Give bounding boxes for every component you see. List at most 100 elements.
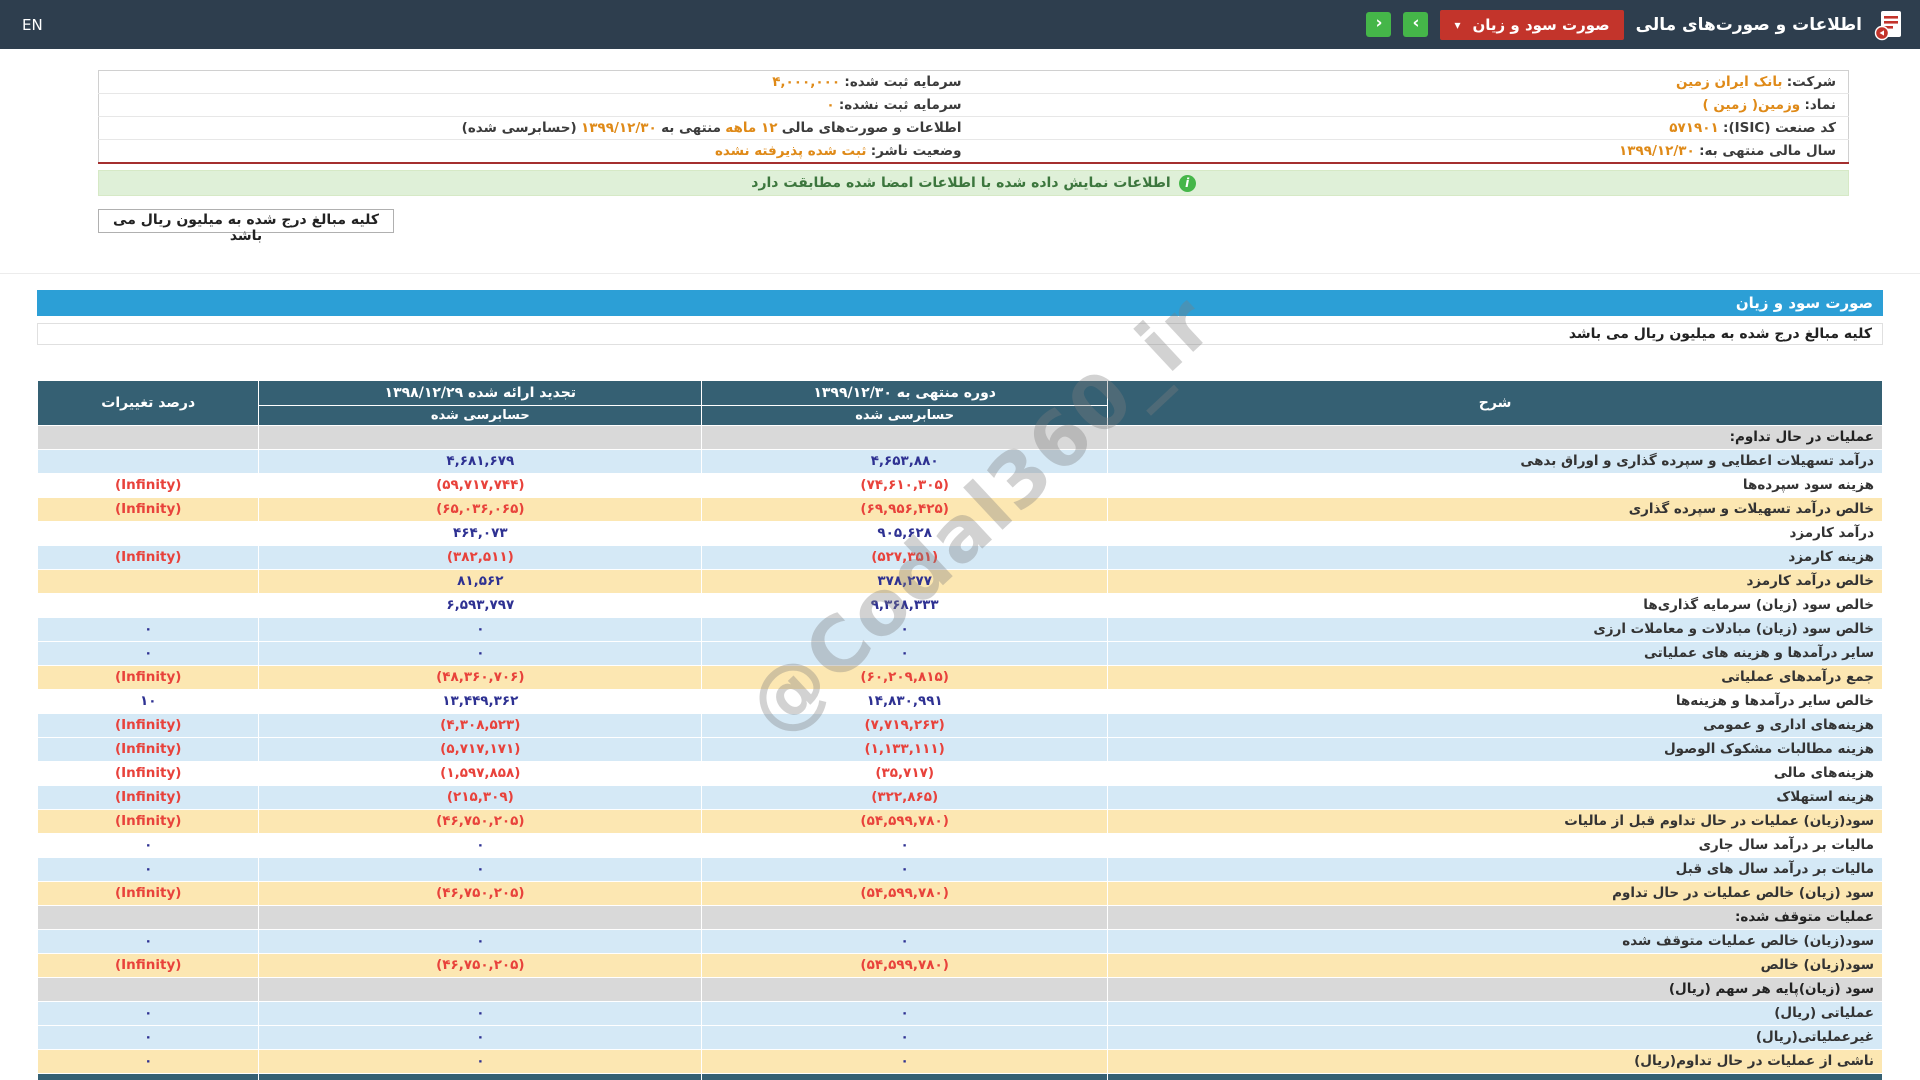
table-row: هزینه کارمزد (۵۲۷,۳۵۱) (۳۸۲,۵۱۱) (Infinity) <box>36 545 1883 570</box>
table-row: سایر درآمدها و هزینه های عملیاتی ۰ ۰ ۰ <box>36 641 1883 666</box>
restated-period-value: (۱,۵۹۷,۸۵۸) <box>258 761 703 786</box>
unregistered-capital-value: ۰ <box>826 97 835 113</box>
publisher-status-label: وضعیت ناشر: <box>870 143 962 159</box>
change-percent-value: (Infinity) <box>36 713 260 738</box>
registered-capital-label: سرمایه ثبت شده: <box>844 74 962 90</box>
row-label: سود (زیان)پایه هر سهم (ریال) <box>1107 977 1883 1002</box>
change-percent-value: ۰ <box>36 1049 260 1074</box>
restated-period-value: (۴۶,۷۵۰,۲۰۵) <box>258 953 703 978</box>
row-label: درآمد تسهیلات اعطایی و سپرده گذاری و اور… <box>1107 449 1883 474</box>
publisher-status-cell: وضعیت ناشر: ثبت شده پذیرفته نشده <box>98 139 974 164</box>
restated-period-value <box>258 425 703 450</box>
prev-statement-button[interactable]: ‹ <box>1366 12 1392 37</box>
isic-value: ۵۷۱۹۰۱ <box>1669 120 1719 136</box>
statement-period-audited: (حسابرسی شده) <box>461 120 577 136</box>
current-period-value: ۰ <box>701 1025 1109 1050</box>
current-period-value: ۰ <box>701 617 1109 642</box>
publisher-status-value: ثبت شده پذیرفته نشده <box>714 143 867 159</box>
change-percent-value: (Infinity) <box>36 953 260 978</box>
company-info-row: کد صنعت (ISIC): ۵۷۱۹۰۱ اطلاعات و صورت‌ها… <box>98 116 1849 140</box>
signature-match-banner: i اطلاعات نمایش داده شده با اطلاعات امضا… <box>98 170 1849 196</box>
table-row: درآمد کارمزد ۹۰۵,۶۲۸ ۴۶۴,۰۷۳ <box>36 521 1883 546</box>
unregistered-capital-label: سرمایه ثبت نشده: <box>838 97 962 113</box>
row-label: خالص درآمد تسهیلات و سپرده گذاری <box>1107 497 1883 522</box>
row-label <box>1107 1073 1883 1080</box>
row-label: خالص سود (زیان) سرمایه گذاری‌ها <box>1107 593 1883 618</box>
current-period-value <box>701 1073 1109 1080</box>
current-period-value: (۷۴,۶۱۰,۳۰۵) <box>701 473 1109 498</box>
table-row: جمع درآمدهای عملیاتی (۶۰,۲۰۹,۸۱۵) (۴۸,۳۶۰,… <box>36 665 1883 690</box>
current-period-value <box>701 905 1109 930</box>
company-info-row: سال مالی منتهی به: ۱۳۹۹/۱۲/۳۰ وضعیت ناشر… <box>98 139 1849 164</box>
symbol-label: نماد: <box>1804 97 1836 113</box>
restated-period-value <box>258 977 703 1002</box>
row-label: سود (زیان) خالص عملیات در حال تداوم <box>1107 881 1883 906</box>
table-row: عملیاتی (ریال) ۰ ۰ ۰ <box>36 1001 1883 1026</box>
statement-unit-note: کلیه مبالغ درج شده به میلیون ریال می باش… <box>37 323 1883 345</box>
change-percent-value <box>36 569 260 594</box>
restated-period-value: ۴,۶۸۱,۶۷۹ <box>258 449 703 474</box>
change-percent-value: ۱۰ <box>36 689 260 714</box>
table-row: خالص سود (زیان) سرمایه گذاری‌ها ۹,۳۶۸,۳۳۳… <box>36 593 1883 618</box>
change-percent-value: (Infinity) <box>36 497 260 522</box>
current-period-value: ۹,۳۶۸,۳۳۳ <box>701 593 1109 618</box>
change-percent-value: (Infinity) <box>36 761 260 786</box>
company-name-value: بانک ایران زمین <box>1676 74 1783 90</box>
income-statement-body: عملیات در حال تداوم: درآمد تسهیلات اعطایی… <box>36 425 1883 1080</box>
current-period-value: (۳۵,۷۱۷) <box>701 761 1109 786</box>
current-period-value: (۷,۷۱۹,۲۶۳) <box>701 713 1109 738</box>
row-label: خالص سایر درآمدها و هزینه‌ها <box>1107 689 1883 714</box>
restated-period-value: ۰ <box>258 617 703 642</box>
restated-period-value: ۰ <box>258 641 703 666</box>
change-percent-value <box>36 521 260 546</box>
restated-period-value <box>258 1073 703 1080</box>
current-period-value: (۶۰,۲۰۹,۸۱۵) <box>701 665 1109 690</box>
current-period-value: ۰ <box>701 833 1109 858</box>
navbar-right-group: اطلاعات و صورت‌های مالی صورت سود و زیان … <box>1366 9 1904 41</box>
current-period-value: (۵۴,۵۹۹,۷۸۰) <box>701 881 1109 906</box>
statement-dropdown[interactable]: صورت سود و زیان ▾ <box>1440 9 1624 40</box>
statement-period-date: ۱۳۹۹/۱۲/۳۰ <box>581 120 657 136</box>
column-header-restated-period: تجدید ارائه شده ۱۳۹۸/۱۲/۲۹ <box>258 380 703 406</box>
income-statement-header: شرح دوره منتهی به ۱۳۹۹/۱۲/۳۰ تجدید ارائه… <box>36 380 1883 426</box>
section-row: عملیات متوقف شده: <box>36 905 1883 930</box>
current-period-value: ۳۷۸,۲۷۷ <box>701 569 1109 594</box>
site-logo-icon[interactable] <box>1874 9 1904 41</box>
restated-period-value: ۶,۵۹۳,۷۹۷ <box>258 593 703 618</box>
current-period-value <box>701 977 1109 1002</box>
row-label: هزینه‌های اداری و عمومی <box>1107 713 1883 738</box>
row-label: عملیاتی (ریال) <box>1107 1001 1883 1026</box>
row-label: سود(زیان) خالص عملیات متوقف شده <box>1107 929 1883 954</box>
banner-text: اطلاعات نمایش داده شده با اطلاعات امضا ش… <box>751 175 1171 191</box>
row-label: ناشی از عملیات در حال تداوم(ریال) <box>1107 1049 1883 1074</box>
change-percent-value <box>36 593 260 618</box>
page: اطلاعات و صورت‌های مالی صورت سود و زیان … <box>0 0 1920 1080</box>
change-percent-value: (Infinity) <box>36 545 260 570</box>
change-percent-value: ۰ <box>36 1001 260 1026</box>
table-row: درآمد تسهیلات اعطایی و سپرده گذاری و اور… <box>36 449 1883 474</box>
chevron-down-icon: ▾ <box>1454 17 1461 32</box>
subheader-audited-current: حسابرسی شده <box>701 405 1109 426</box>
current-period-value: ۹۰۵,۶۲۸ <box>701 521 1109 546</box>
row-label: سود(زیان) عملیات در حال تداوم قبل از مال… <box>1107 809 1883 834</box>
restated-period-value: ۰ <box>258 857 703 882</box>
symbol-cell: نماد: وزمین( زمین ) <box>973 93 1849 117</box>
fiscal-year-value: ۱۳۹۹/۱۲/۳۰ <box>1619 143 1695 159</box>
current-period-value: ۰ <box>701 1001 1109 1026</box>
current-period-value: (۶۹,۹۵۶,۴۲۵) <box>701 497 1109 522</box>
english-language-link[interactable]: EN <box>22 16 43 34</box>
isic-cell: کد صنعت (ISIC): ۵۷۱۹۰۱ <box>973 116 1849 140</box>
table-row: خالص درآمد کارمزد ۳۷۸,۲۷۷ ۸۱,۵۶۲ <box>36 569 1883 594</box>
company-info-section: شرکت: بانک ایران زمین سرمایه ثبت شده: ۴,… <box>98 70 1849 244</box>
restated-period-value: ۰ <box>258 929 703 954</box>
unit-note-box: کلیه مبالغ درج شده به میلیون ریال می باش… <box>98 209 394 244</box>
section-row: سود (زیان)پایه هر سهم (ریال) <box>36 977 1883 1002</box>
fiscal-year-label: سال مالی منتهی به: <box>1699 143 1836 159</box>
current-period-value: ۰ <box>701 641 1109 666</box>
next-statement-button[interactable]: › <box>1403 12 1429 37</box>
change-percent-value: (Infinity) <box>36 881 260 906</box>
change-percent-value: ۰ <box>36 833 260 858</box>
table-row: مالیات بر درآمد سال جاری ۰ ۰ ۰ <box>36 833 1883 858</box>
company-info-table: شرکت: بانک ایران زمین سرمایه ثبت شده: ۴,… <box>98 70 1849 164</box>
column-header-change-percent: درصد تغییرات <box>36 380 260 426</box>
